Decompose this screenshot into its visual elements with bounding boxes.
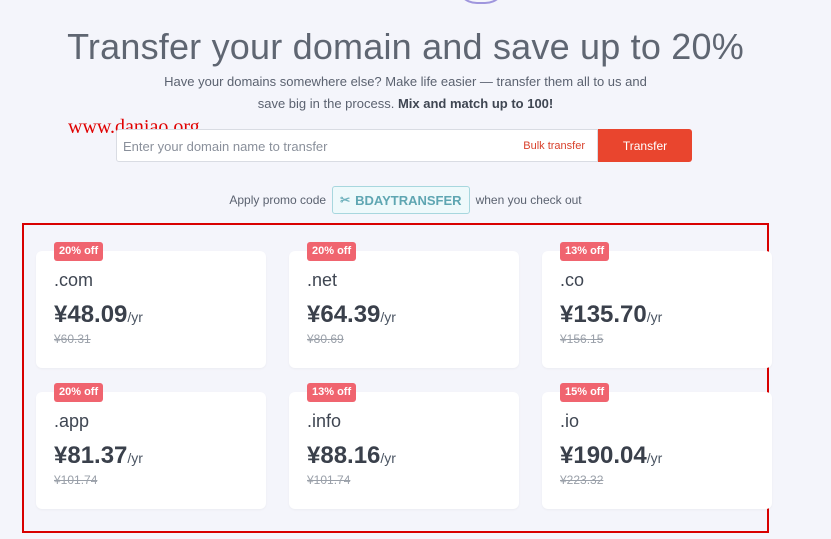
subtitle-line-2: save big in the process. Mix and match u… — [0, 93, 811, 115]
old-price: ¥223.32 — [560, 473, 604, 487]
promo-after-text: when you check out — [475, 193, 582, 207]
old-price: ¥156.15 — [560, 332, 604, 346]
old-price: ¥101.74 — [54, 473, 98, 487]
promo-before-text: Apply promo code — [229, 193, 327, 207]
price: ¥81.37/yr — [54, 442, 143, 470]
price-value: ¥135.70 — [560, 301, 647, 328]
price-unit: /yr — [646, 450, 663, 466]
discount-badge: 20% off — [307, 242, 357, 261]
price-value: ¥88.16 — [307, 442, 381, 469]
price: ¥88.16/yr — [307, 442, 396, 470]
price-unit: /yr — [646, 309, 663, 325]
page-subtitle: Have your domains somewhere else? Make l… — [0, 71, 811, 115]
price-unit: /yr — [127, 450, 143, 466]
domain-search-box: Bulk transfer — [116, 129, 598, 162]
discount-badge: 20% off — [54, 242, 104, 261]
price: ¥190.04/yr — [560, 442, 662, 470]
transfer-button[interactable]: Transfer — [598, 129, 692, 162]
promo-code-row: Apply promo code ✂ BDAYTRANSFER when you… — [0, 186, 811, 214]
promo-code-chip[interactable]: ✂ BDAYTRANSFER — [332, 186, 470, 214]
subtitle-line-2-text: save big in the process. — [257, 96, 395, 111]
tld-name: .co — [560, 270, 585, 290]
price-value: ¥81.37 — [54, 442, 128, 469]
price-value: ¥48.09 — [54, 301, 128, 328]
tld-name: .app — [54, 411, 90, 431]
tld-name: .com — [54, 270, 94, 290]
discount-badge: 13% off — [560, 242, 610, 261]
scissors-icon: ✂ — [340, 193, 351, 207]
domain-card-io[interactable]: 15% off .io ¥190.04/yr ¥223.32 — [542, 383, 772, 509]
subtitle-bold-text: Mix and match up to 100! — [397, 96, 554, 111]
domain-search-input[interactable] — [123, 135, 503, 157]
domain-card-net[interactable]: 20% off .net ¥64.39/yr ¥80.69 — [289, 242, 519, 368]
price: ¥64.39/yr — [307, 301, 396, 329]
price-value: ¥64.39 — [307, 301, 381, 328]
bulk-transfer-link[interactable]: Bulk transfer — [523, 140, 585, 152]
subtitle-line-1: Have your domains somewhere else? Make l… — [164, 74, 647, 89]
discount-badge: 20% off — [54, 383, 104, 402]
page-title: Transfer your domain and save up to 20% — [67, 26, 744, 67]
price-unit: /yr — [380, 309, 396, 325]
old-price: ¥60.31 — [54, 332, 91, 346]
domain-card-com[interactable]: 20% off .com ¥48.09/yr ¥60.31 — [36, 242, 266, 368]
discount-badge: 13% off — [307, 383, 357, 402]
price-unit: /yr — [127, 309, 143, 325]
price: ¥135.70/yr — [560, 301, 662, 329]
domain-card-app[interactable]: 20% off .app ¥81.37/yr ¥101.74 — [36, 383, 266, 509]
domain-card-info[interactable]: 13% off .info ¥88.16/yr ¥101.74 — [289, 383, 519, 509]
decorative-curve — [455, 0, 507, 4]
price-value: ¥190.04 — [560, 442, 647, 469]
old-price: ¥80.69 — [307, 332, 344, 346]
price-unit: /yr — [380, 450, 396, 466]
old-price: ¥101.74 — [307, 473, 351, 487]
price: ¥48.09/yr — [54, 301, 143, 329]
domain-card-co[interactable]: 13% off .co ¥135.70/yr ¥156.15 — [542, 242, 772, 368]
discount-badge: 15% off — [560, 383, 610, 402]
tld-name: .info — [307, 411, 342, 431]
tld-name: .net — [307, 270, 338, 290]
promo-code: BDAYTRANSFER — [355, 192, 462, 208]
tld-name: .io — [560, 411, 580, 431]
